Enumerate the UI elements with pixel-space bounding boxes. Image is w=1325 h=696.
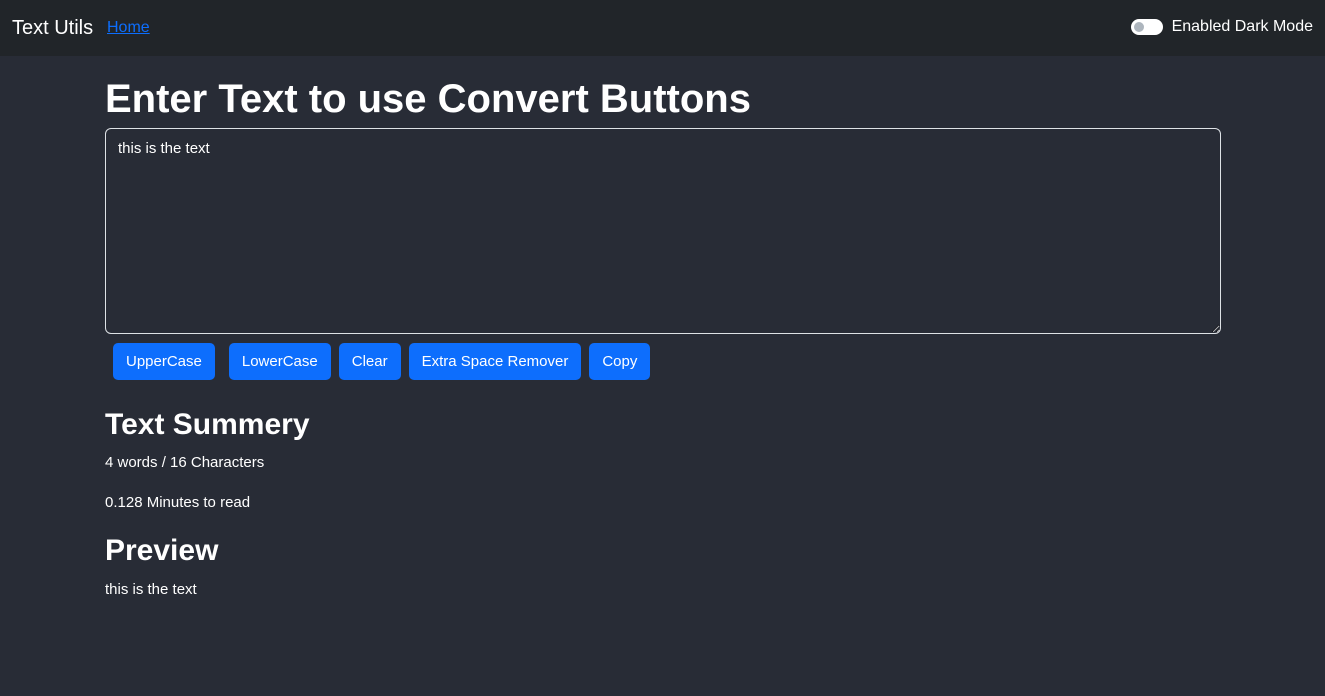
- page-title: Enter Text to use Convert Buttons: [105, 77, 751, 121]
- word-char-count: 4 words / 16 Characters: [105, 454, 265, 471]
- text-input[interactable]: [105, 128, 1221, 334]
- dark-mode-label[interactable]: Enabled Dark Mode: [1172, 18, 1313, 36]
- home-link[interactable]: Home: [107, 19, 150, 37]
- button-row: UpperCase LowerCase Clear Extra Space Re…: [113, 343, 651, 380]
- toggle-knob: [1133, 22, 1144, 32]
- clear-button[interactable]: Clear: [338, 343, 401, 380]
- uppercase-button[interactable]: UpperCase: [113, 343, 215, 380]
- dark-mode-toggle[interactable]: [1130, 19, 1163, 35]
- copy-button[interactable]: Copy: [589, 343, 651, 380]
- preview-title: Preview: [105, 534, 219, 567]
- lowercase-button[interactable]: LowerCase: [228, 343, 331, 380]
- extra-space-remover-button[interactable]: Extra Space Remover: [408, 343, 582, 380]
- read-time: 0.128 Minutes to read: [105, 494, 251, 511]
- navbar: Text Utils Home Enabled Dark Mode: [0, 0, 1325, 56]
- dark-mode-control: Enabled Dark Mode: [1130, 18, 1313, 36]
- preview-text: this is the text: [105, 581, 197, 598]
- brand-title[interactable]: Text Utils: [12, 16, 93, 40]
- summary-title: Text Summery: [105, 408, 310, 441]
